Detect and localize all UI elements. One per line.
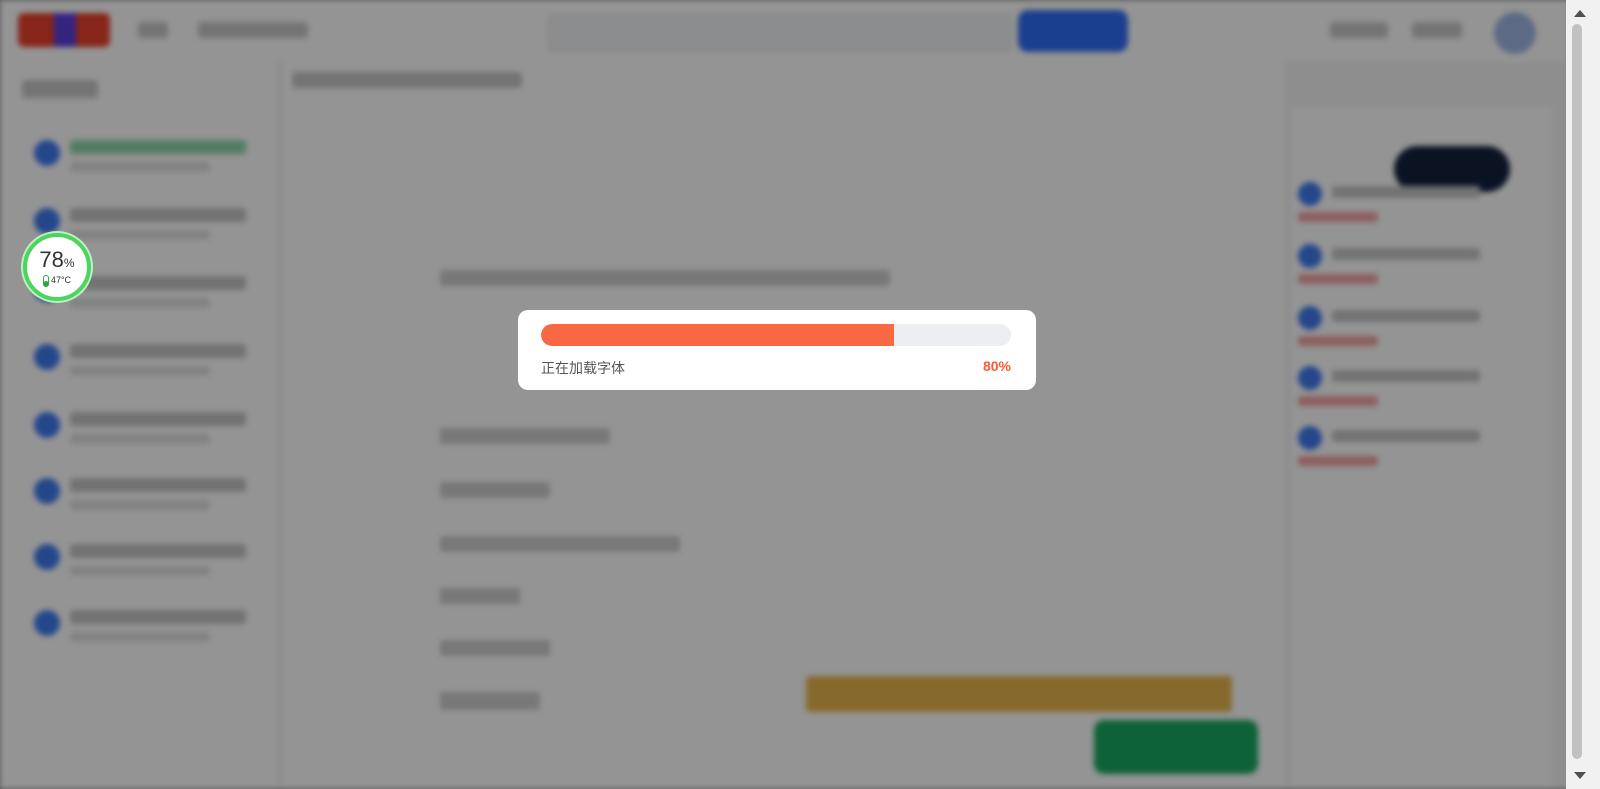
loading-status-text: 正在加载字体 — [541, 361, 625, 377]
system-monitor-widget[interactable]: 78% 47°C — [23, 233, 91, 301]
scroll-thumb[interactable] — [1572, 24, 1582, 759]
progress-track — [541, 324, 1011, 346]
temperature-value: 47°C — [50, 275, 72, 285]
modal-overlay — [0, 0, 1600, 789]
scroll-up-arrow-icon[interactable] — [1574, 10, 1586, 17]
thermometer-icon — [42, 275, 49, 287]
temperature-readout: 47°C — [42, 275, 72, 287]
page-scrollbar[interactable] — [1566, 0, 1600, 789]
loading-percent-text: 80% — [982, 358, 1011, 374]
font-loading-dialog: 正在加载字体 80% — [518, 310, 1036, 390]
scroll-down-arrow-icon[interactable] — [1574, 772, 1586, 779]
usage-percent: 78% — [39, 249, 74, 274]
usage-value: 78 — [39, 247, 64, 272]
progress-fill — [541, 324, 894, 346]
usage-unit: % — [63, 256, 75, 270]
